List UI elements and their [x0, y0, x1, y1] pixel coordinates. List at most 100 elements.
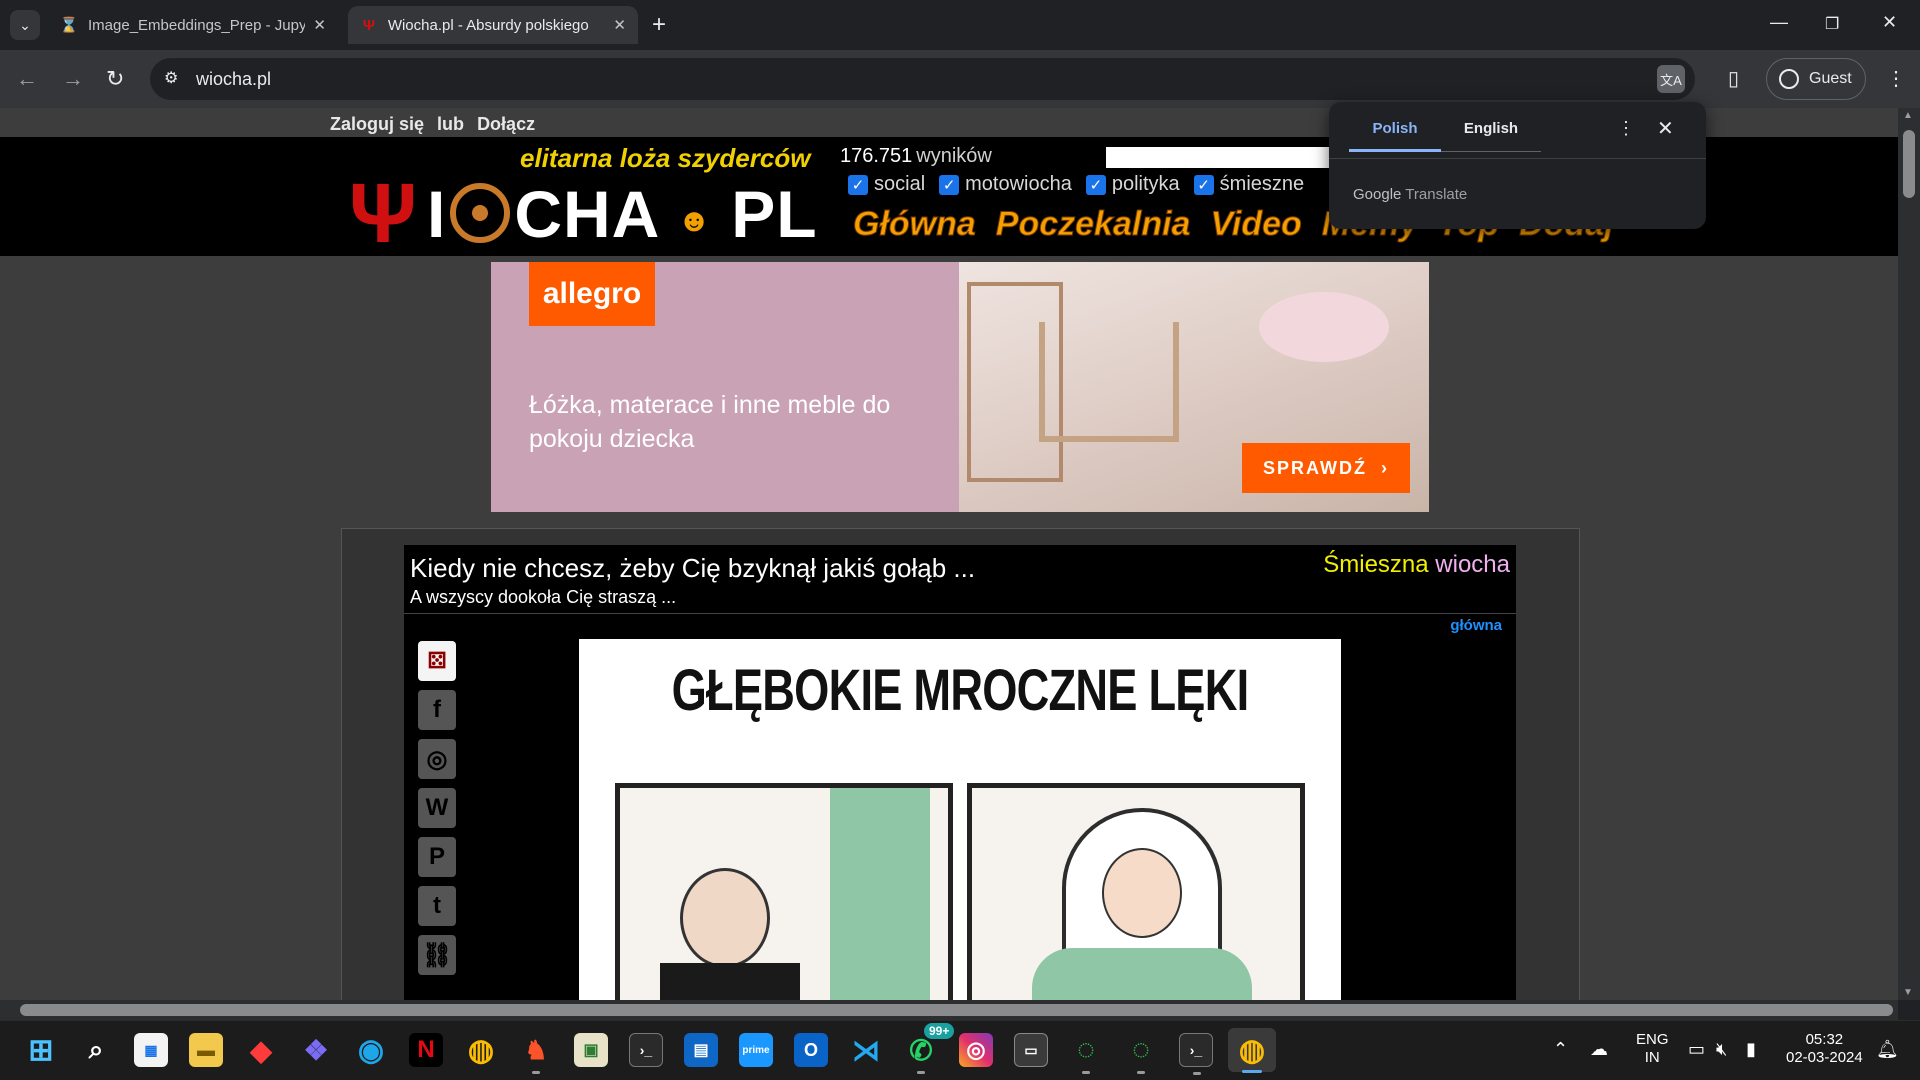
instagram-icon[interactable]: ◎: [959, 1033, 993, 1067]
notifications-icon[interactable]: 🔔︎: [1876, 1039, 1899, 1060]
vertical-scrollbar[interactable]: ▲ ▼: [1898, 108, 1920, 1000]
windows-start-icon[interactable]: ⊞: [24, 1033, 58, 1067]
dice-icon[interactable]: ⚄: [418, 641, 456, 681]
battery-icon[interactable]: ▮: [1746, 1039, 1756, 1060]
close-icon[interactable]: ✕: [613, 16, 626, 34]
post-title[interactable]: Kiedy nie chcesz, żeby Cię bzyknął jakiś…: [410, 553, 975, 584]
file-explorer-icon[interactable]: ▬: [189, 1033, 223, 1067]
post-category[interactable]: Śmieszna wiocha: [1323, 551, 1510, 579]
filter-motowiocha[interactable]: ✓ motowiocha: [939, 173, 1072, 196]
post-section-link[interactable]: główna: [1450, 617, 1502, 634]
side-panel-icon[interactable]: ▯: [1728, 66, 1739, 91]
twitter-icon[interactable]: t: [418, 886, 456, 926]
photos-app-icon[interactable]: ▣: [574, 1033, 608, 1067]
prime-video-icon[interactable]: prime: [739, 1033, 773, 1067]
anydesk-icon[interactable]: ◆: [244, 1033, 278, 1067]
store-icon[interactable]: ▤: [684, 1033, 718, 1067]
nav-glowna[interactable]: Główna: [853, 205, 977, 244]
checkbox-checked-icon[interactable]: ✓: [848, 174, 868, 195]
checkbox-checked-icon[interactable]: ✓: [1193, 174, 1214, 195]
horizontal-scrollbar[interactable]: [0, 1000, 1898, 1020]
post-image[interactable]: GŁĘBOKIE MROCZNE LĘKI: [579, 639, 1341, 1000]
allegro-ad-banner[interactable]: allegro Łóżka, materace i inne meble do …: [491, 262, 1429, 512]
url-text[interactable]: wiocha.pl: [196, 69, 271, 90]
tab-title: Wiocha.pl - Absurdy polskiego: [387, 16, 589, 34]
ad-cta-button[interactable]: SPRAWDŹ ›: [1242, 443, 1410, 493]
filter-smieszne[interactable]: ✓ śmieszne: [1193, 173, 1305, 196]
chevron-up-icon[interactable]: ⌃: [1553, 1039, 1568, 1060]
forward-button[interactable]: →: [62, 66, 84, 92]
lang-target-tab[interactable]: English: [1441, 120, 1541, 152]
whatsapp-icon[interactable]: ✆ 99+: [904, 1023, 955, 1074]
restore-button[interactable]: ❐: [1825, 14, 1839, 34]
more-options-icon[interactable]: ⋮: [1617, 118, 1635, 139]
scrollbar-thumb[interactable]: [1903, 130, 1915, 198]
filter-label: social: [874, 173, 926, 195]
close-window-button[interactable]: ✕: [1882, 12, 1897, 33]
netflix-icon[interactable]: N: [409, 1033, 443, 1067]
logo-part: I: [427, 177, 447, 251]
link-icon[interactable]: ⛓: [418, 935, 456, 975]
facebook-icon[interactable]: f: [418, 690, 456, 730]
login-link[interactable]: Zaloguj się: [330, 114, 424, 134]
refresh-app-icon[interactable]: ◌: [1124, 1033, 1158, 1074]
new-tab-button[interactable]: +: [652, 12, 666, 38]
translate-icon[interactable]: 文A: [1657, 65, 1685, 93]
command-prompt-icon[interactable]: ›_: [1179, 1033, 1213, 1075]
address-bar[interactable]: ⚙ wiocha.pl 文A: [150, 58, 1695, 100]
chrome-icon[interactable]: ◍: [1228, 1028, 1276, 1073]
back-button[interactable]: ←: [16, 66, 38, 92]
close-icon[interactable]: ✕: [313, 16, 326, 34]
terminal-icon[interactable]: ▭: [1014, 1033, 1048, 1067]
refresh-app-icon[interactable]: ◌: [1069, 1033, 1103, 1074]
terminal-icon[interactable]: ›_: [629, 1033, 663, 1067]
meme-panel-right: [967, 783, 1305, 1000]
checkbox-checked-icon[interactable]: ✓: [1085, 174, 1106, 195]
ad-photo: SPRAWDŹ ›: [959, 262, 1429, 512]
filter-social[interactable]: ✓ social: [848, 173, 925, 196]
filter-label: śmieszne: [1219, 173, 1305, 195]
instagram-icon[interactable]: ◎: [418, 739, 456, 779]
login-bar: Zaloguj się lub Dołącz: [330, 114, 543, 135]
tab-jupyter[interactable]: ⌛ Image_Embeddings_Prep - Jupy ✕: [48, 6, 338, 44]
post-card: Kiedy nie chcesz, żeby Cię bzyknął jakiś…: [404, 545, 1516, 1000]
lang-source-tab[interactable]: Polish: [1349, 120, 1441, 152]
join-link[interactable]: Dołącz: [477, 114, 535, 134]
language-indicator[interactable]: ENG IN: [1636, 1031, 1669, 1067]
wykop-icon[interactable]: W: [418, 788, 456, 828]
vscode-icon[interactable]: ⋊: [849, 1033, 883, 1067]
widgets-icon[interactable]: ▦: [134, 1033, 168, 1067]
onedrive-icon[interactable]: ☁: [1590, 1039, 1608, 1060]
reload-button[interactable]: ↻: [106, 66, 124, 92]
clock[interactable]: 05:32 02-03-2024: [1786, 1031, 1863, 1067]
filter-polityka[interactable]: ✓ polityka: [1085, 173, 1180, 196]
google-label: Google: [1353, 186, 1402, 203]
network-icon[interactable]: ▭: [1688, 1039, 1705, 1060]
pinterest-icon[interactable]: P: [418, 837, 456, 877]
search-icon[interactable]: ⌕: [79, 1033, 113, 1067]
nav-video[interactable]: Video: [1210, 205, 1302, 244]
logo-part: PL: [731, 177, 818, 251]
chrome-icon[interactable]: ◍: [464, 1033, 498, 1067]
search-input[interactable]: [1106, 147, 1346, 168]
scroll-down-icon[interactable]: ▼: [1903, 987, 1913, 998]
edge-icon[interactable]: ◉: [354, 1033, 388, 1067]
copilot-icon[interactable]: ❖: [299, 1033, 333, 1067]
scroll-up-icon[interactable]: ▲: [1903, 110, 1913, 121]
site-logo[interactable]: elitarna loża szyderców Ψ I CHA ☻ PL: [345, 143, 818, 255]
tab-search-button[interactable]: ⌄: [10, 10, 40, 40]
nav-poczekalnia[interactable]: Poczekalnia: [995, 205, 1191, 244]
brave-icon[interactable]: ♞: [519, 1033, 553, 1074]
close-icon[interactable]: ✕: [1657, 116, 1674, 141]
logo-part: CHA: [514, 177, 658, 251]
profile-button[interactable]: Guest: [1766, 58, 1866, 100]
site-info-icon[interactable]: ⚙: [164, 68, 178, 88]
tab-wiocha[interactable]: Ψ Wiocha.pl - Absurdy polskiego ✕: [348, 6, 638, 44]
menu-icon[interactable]: ⋮: [1886, 66, 1906, 91]
outlook-icon[interactable]: O: [794, 1033, 828, 1067]
ad-text-panel: allegro Łóżka, materace i inne meble do …: [491, 262, 959, 512]
scrollbar-thumb[interactable]: [20, 1004, 1893, 1016]
minimize-button[interactable]: —: [1770, 12, 1788, 33]
volume-muted-icon[interactable]: 🔇︎: [1716, 1039, 1727, 1060]
checkbox-checked-icon[interactable]: ✓: [939, 174, 960, 195]
